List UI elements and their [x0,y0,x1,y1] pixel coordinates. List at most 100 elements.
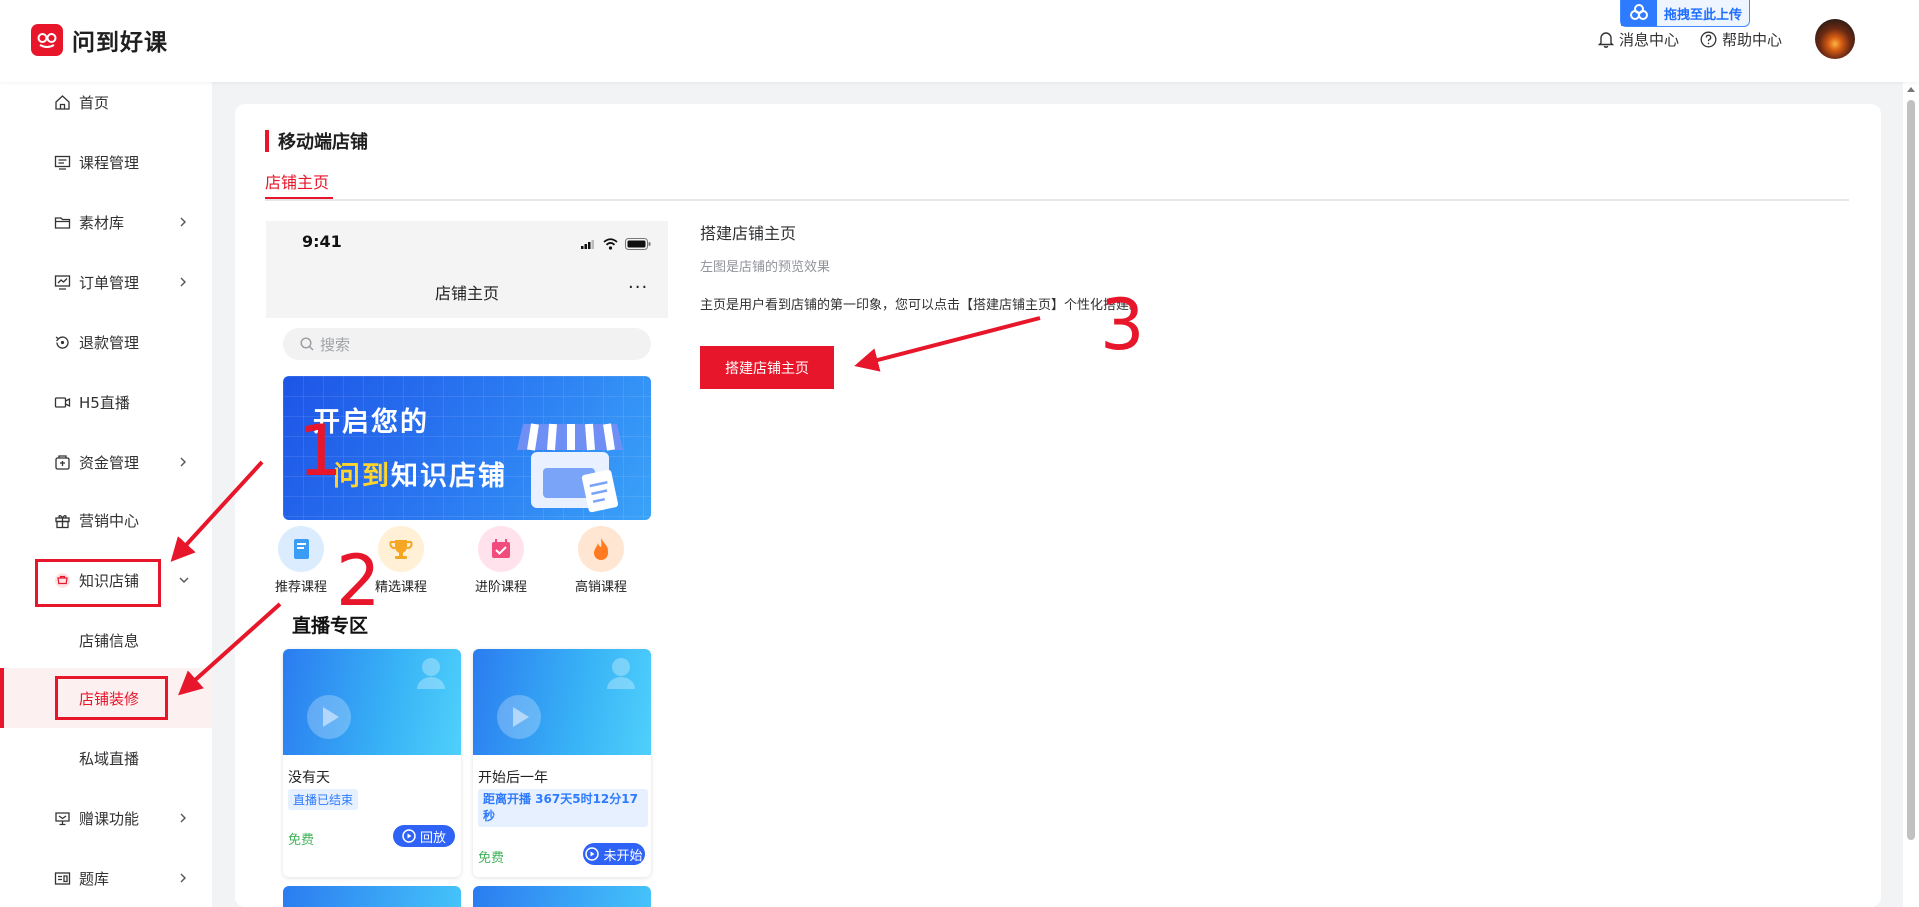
tab-shop-home[interactable]: 店铺主页 [265,169,329,193]
signal-icon [581,240,594,249]
order-icon [54,275,71,290]
live-card-next[interactable] [283,886,461,907]
category-advanced[interactable]: 进阶课程 [456,526,546,595]
category-label: 推荐课程 [274,580,327,595]
help-center-label: 帮助中心 [1722,31,1783,49]
sidebar-item-label: 题库 [79,869,110,888]
category-recommended[interactable]: 推荐课程 [266,526,346,595]
chevron-right-icon [180,813,186,823]
build-home-description: 主页是用户看到店铺的第一印象，您可以点击【搭建店铺主页】个性化搭建。 [700,298,1143,313]
banner-line2-rest: 知识店铺 [391,461,507,492]
bell-icon [1598,32,1614,48]
live-price: 免费 [288,833,315,848]
cloud-upload-icon [1621,0,1657,26]
active-indicator [0,668,4,728]
sidebar-item-label: 订单管理 [79,273,140,292]
user-avatar[interactable] [1815,19,1855,59]
refund-icon [55,336,69,349]
live-thumbnail [283,649,461,755]
promo-banner[interactable]: 开启您的 问到知识店铺 [283,376,651,520]
help-center-link[interactable]: 帮助中心 [1700,29,1782,50]
sidebar-item-label: 营销中心 [79,511,140,530]
live-price: 免费 [478,851,505,866]
shop-icon [55,573,70,588]
phone-preview: 9:41 店铺主页 ··· 搜索 开启您的 问到知识店铺 推荐课程 精选课程 进… [266,221,668,907]
sidebar-item-refund-management[interactable]: 退款管理 [0,322,212,362]
sidebar-item-label: 退款管理 [79,333,140,352]
sidebar-item-label: 首页 [79,93,110,112]
battery-icon [625,238,651,250]
live-section-title: 直播专区 [292,615,369,637]
sidebar-item-fund-management[interactable]: 资金管理 [0,442,212,482]
category-label: 高销课程 [574,580,627,595]
page-scrollbar[interactable] [1903,82,1919,907]
person-icon [417,658,445,689]
replay-button[interactable]: 回放 [393,825,455,847]
wifi-icon [603,238,618,250]
home-icon [55,95,70,110]
tab-active-underline [265,197,333,199]
category-row: 推荐课程 精选课程 进阶课程 高销课程 [266,526,668,596]
build-shop-home-button[interactable]: 搭建店铺主页 [700,346,834,389]
category-featured[interactable]: 精选课程 [356,526,446,595]
search-placeholder: 搜索 [320,335,351,354]
sidebar-item-gift-course[interactable]: 赠课功能 [0,798,212,838]
sidebar-item-order-management[interactable]: 订单管理 [0,262,212,302]
person-icon [607,658,635,689]
scroll-thumb[interactable] [1907,100,1915,840]
phone-search-bar[interactable]: 搜索 [283,328,651,360]
sidebar-item-question-bank[interactable]: 题库 [0,858,212,898]
chevron-right-icon [180,873,186,883]
live-card-next[interactable] [473,886,651,907]
logo[interactable]: 问到好课 [31,24,168,56]
help-icon [1700,31,1717,48]
sidebar-item-label: 私域直播 [79,749,140,768]
search-icon [300,337,314,351]
sidebar-item-shop-decoration[interactable]: 店铺装修 [0,668,212,728]
message-center-link[interactable]: 消息中心 [1598,29,1679,50]
category-label: 进阶课程 [474,580,527,595]
live-card[interactable]: 没有天 直播已结束 免费 回放 [283,649,461,877]
fire-icon [578,526,624,572]
category-bestseller[interactable]: 高销课程 [556,526,646,595]
sidebar-item-label: 赠课功能 [79,809,140,828]
build-home-subtitle: 左图是店铺的预览效果 [700,260,831,275]
not-started-label: 未开始 [603,848,643,864]
chevron-down-icon [179,577,189,583]
live-countdown-badge: 距离开播 367天5时12分17秒 [478,789,648,827]
play-circle-icon [402,829,416,843]
sidebar-item-material-library[interactable]: 素材库 [0,202,212,242]
shop-stall-icon [517,423,623,513]
logo-text: 问到好课 [72,30,168,56]
sidebar-item-private-live[interactable]: 私域直播 [0,738,212,778]
status-time: 9:41 [302,232,342,251]
video-play-icon [307,695,351,739]
section-title: 移动端店铺 [265,129,368,153]
drag-upload-badge[interactable]: 拖拽至此上传 [1620,0,1750,27]
calendar-check-icon [478,526,524,572]
sidebar-item-h5-live[interactable]: H5直播 [0,382,212,422]
sidebar-item-course-management[interactable]: 课程管理 [0,142,212,182]
sidebar-item-marketing-center[interactable]: 营销中心 [0,500,212,540]
sidebar-item-shop-info[interactable]: 店铺信息 [0,620,212,660]
sidebar-item-home[interactable]: 首页 [0,82,212,122]
course-icon [54,155,71,170]
play-circle-icon [585,847,600,861]
live-thumbnail [473,649,651,755]
category-label: 精选课程 [374,580,427,595]
tab-bar: 店铺主页 [265,165,1849,201]
replay-label: 回放 [419,830,446,846]
question-bank-icon [54,872,71,885]
video-play-icon [497,695,541,739]
build-home-title: 搭建店铺主页 [700,224,797,243]
more-options-icon[interactable]: ··· [628,277,648,298]
live-card-title: 开始后一年 [478,770,548,786]
logo-mark-icon [31,24,63,56]
not-started-button[interactable]: 未开始 [583,843,645,865]
recommended-icon [278,526,324,572]
gift-icon [55,515,70,529]
video-icon [54,397,71,408]
sidebar-item-knowledge-shop[interactable]: 知识店铺 [0,560,212,600]
upload-label: 拖拽至此上传 [1664,7,1743,23]
live-card[interactable]: 开始后一年 距离开播 367天5时12分17秒 免费 未开始 [473,649,651,877]
